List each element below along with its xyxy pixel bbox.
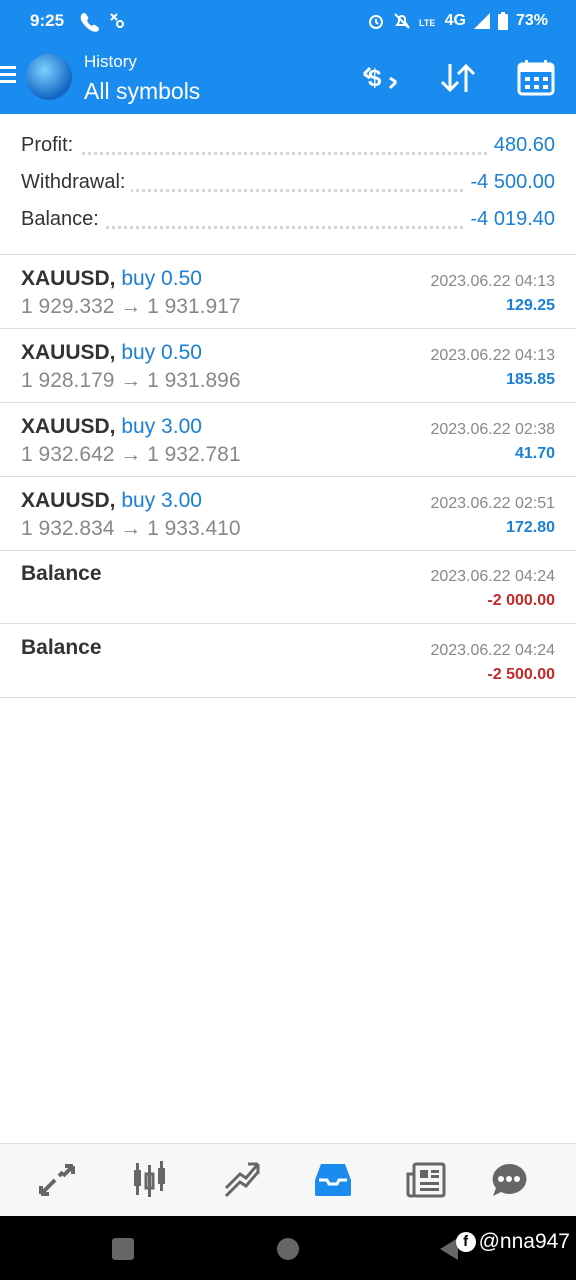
quotes-icon[interactable] (37, 1160, 77, 1200)
deal-type: buy 3.00 (121, 415, 202, 438)
deal-prices: 1 928.179 → 1 931.896 (21, 369, 241, 392)
deal-type: buy 0.50 (121, 267, 202, 290)
balance-entry-row[interactable]: Balance 2023.06.22 04:24 -2 500.00 (0, 624, 576, 698)
network-label: 4G (444, 12, 466, 29)
deal-symbol: XAUUSD, (21, 415, 116, 438)
deal-row[interactable]: XAUUSD, buy 3.00 1 932.642 → 1 932.781 2… (0, 403, 576, 477)
deal-symbol: Balance (21, 562, 102, 585)
status-bar: 9:25 LTE 4G 73% (0, 0, 576, 42)
deal-row[interactable]: XAUUSD, buy 0.50 1 928.179 → 1 931.896 2… (0, 329, 576, 403)
bottom-nav (0, 1143, 576, 1217)
deal-profit: -2 000.00 (487, 592, 555, 609)
deal-profit: -2 500.00 (487, 666, 555, 683)
balance-entry-row[interactable]: Balance 2023.06.22 04:24 -2 000.00 (0, 550, 576, 624)
call-icon (80, 13, 124, 32)
signal-icon (473, 13, 490, 29)
home-button[interactable] (277, 1238, 299, 1260)
chat-icon[interactable] (489, 1160, 529, 1200)
status-time: 9:25 (30, 11, 65, 30)
withdrawal-label: Withdrawal: (21, 171, 132, 194)
deal-prices: 1 932.642 → 1 932.781 (21, 443, 241, 466)
profit-row: Profit: 480.60 (21, 134, 555, 164)
deal-time: 2023.06.22 04:13 (430, 273, 555, 290)
chart-icon[interactable] (130, 1160, 170, 1200)
deal-prices: 1 932.834 → 1 933.410 (21, 517, 241, 540)
top-bar: 9:25 LTE 4G 73% History All symbols $ (0, 0, 576, 114)
withdrawal-value: -4 500.00 (464, 171, 555, 194)
page-subtitle: History (84, 52, 137, 71)
page-title[interactable]: All symbols (84, 78, 200, 105)
recents-button[interactable] (112, 1238, 134, 1260)
deal-row[interactable]: XAUUSD, buy 3.00 1 932.834 → 1 933.410 2… (0, 477, 576, 551)
calendar-icon[interactable] (515, 58, 559, 98)
deal-time: 2023.06.22 04:24 (430, 642, 555, 659)
sort-icon[interactable] (436, 58, 480, 98)
deal-time: 2023.06.22 04:13 (430, 347, 555, 364)
mute-icon (393, 13, 410, 29)
withdrawal-row: Withdrawal: -4 500.00 (21, 171, 555, 201)
watermark: f @nna947 (455, 1230, 570, 1254)
deal-profit: 185.85 (506, 371, 555, 388)
system-nav: f @nna947 (0, 1216, 576, 1280)
deposit-icon[interactable]: $ (358, 58, 402, 98)
menu-icon[interactable] (0, 64, 16, 86)
summary-panel: Profit: 480.60 Withdrawal: -4 500.00 Bal… (0, 114, 576, 255)
deal-symbol: Balance (21, 636, 102, 659)
balance-label: Balance: (21, 208, 105, 231)
svg-text:LTE: LTE (419, 18, 435, 28)
news-icon[interactable] (406, 1160, 446, 1200)
deal-time: 2023.06.22 02:51 (430, 495, 555, 512)
deal-symbol: XAUUSD, (21, 341, 116, 364)
deal-symbol: XAUUSD, (21, 489, 116, 512)
battery-icon (497, 12, 508, 30)
deal-prices: 1 929.332 → 1 931.917 (21, 295, 241, 318)
watermark-handle: @nna947 (478, 1230, 570, 1253)
deal-time: 2023.06.22 04:24 (430, 568, 555, 585)
balance-row: Balance: -4 019.40 (21, 208, 555, 238)
deal-row[interactable]: XAUUSD, buy 0.50 1 929.332 → 1 931.917 2… (0, 255, 576, 329)
profit-value: 480.60 (487, 134, 555, 157)
battery-label: 73% (515, 12, 548, 29)
deal-type: buy 3.00 (121, 489, 202, 512)
trade-icon[interactable] (222, 1160, 262, 1200)
deal-time: 2023.06.22 02:38 (430, 421, 555, 438)
deal-profit: 129.25 (506, 297, 555, 314)
deal-profit: 172.80 (506, 519, 555, 536)
status-right: LTE 4G 73% (367, 10, 548, 32)
deal-profit: 41.70 (514, 445, 555, 462)
profit-label: Profit: (21, 134, 80, 157)
app-bar: History All symbols $ (0, 42, 576, 114)
lte-icon: LTE (419, 18, 435, 28)
deal-type: buy 0.50 (121, 341, 202, 364)
facebook-icon: f (455, 1232, 476, 1253)
logo-icon (26, 54, 72, 100)
history-icon[interactable] (313, 1160, 353, 1200)
balance-value: -4 019.40 (464, 208, 555, 231)
alarm-icon (368, 15, 383, 29)
deal-symbol: XAUUSD, (21, 267, 116, 290)
